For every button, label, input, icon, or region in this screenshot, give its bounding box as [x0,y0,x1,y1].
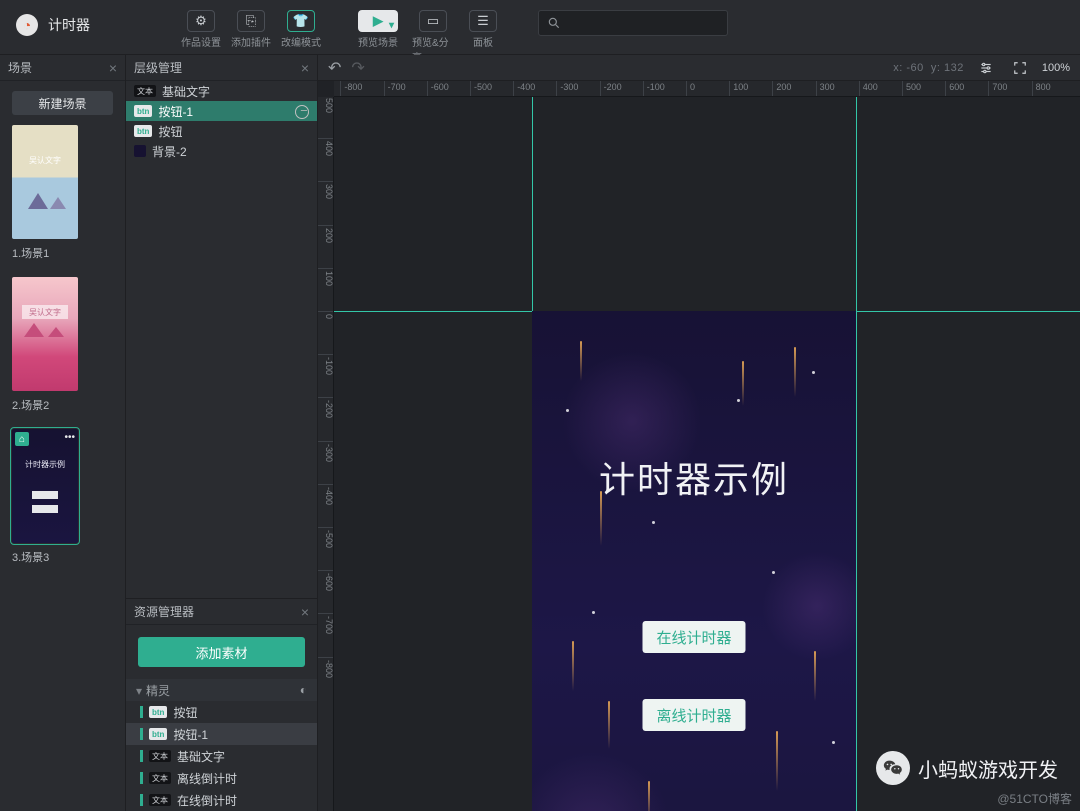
stage-title-text[interactable]: 计时器示例 [532,451,856,503]
resource-row[interactable]: btn 按钮 [126,701,317,723]
text-type-icon: 文本 [134,85,156,97]
list-icon: ☰ [469,10,497,32]
scenes-panel-close-icon[interactable]: × [109,60,117,76]
credit-text: @51CTO博客 [997,790,1072,807]
scene-item-label: 3.场景3 [12,549,113,565]
add-resource-button[interactable]: 添加素材 [138,637,305,667]
button-type-icon: btn [149,728,167,740]
canvas-toolbar: ↶ ↷ x: -60 y: 132 100% [318,55,1080,81]
viewport[interactable]: 计时器示例 在线计时器 离线计时器 [334,97,1080,811]
button-type-icon: btn [149,706,167,718]
zoom-percent[interactable]: 100% [1042,62,1070,74]
project-title: 计时器 [48,15,90,35]
canvas-area: ↶ ↷ x: -60 y: 132 100% -800-700-600-500-… [318,55,1080,811]
text-type-icon: 文本 [149,750,171,762]
resource-name: 按钮-1 [173,726,208,743]
resource-row[interactable]: btn 按钮-1 [126,723,317,745]
resource-panel-title: 资源管理器 [134,603,194,620]
ruler-vertical: 5004003002001000-100-200-300-400-500-600… [318,97,334,811]
resource-group-header[interactable]: ▾精灵 ◐ [126,679,317,701]
resource-name: 离线倒计时 [177,770,237,787]
scenes-panel: 场景 × 新建场景 吴认文字 1.场景1 吴认文字 2.场景2 ⌂ ••• 计时 [0,55,126,811]
phone-icon: ▭ [419,10,447,32]
palette-icon[interactable]: ◐ [300,683,307,697]
ruler-horizontal: -800-700-600-500-400-300-200-10001002003… [334,81,1080,97]
shirt-icon: 👕 [287,10,315,32]
stage[interactable]: 计时器示例 在线计时器 离线计时器 [532,311,856,811]
scene-item-2[interactable]: 吴认文字 2.场景2 [12,277,113,413]
resource-row[interactable]: 文本在线倒计时 [126,789,317,811]
more-icon[interactable]: ••• [64,432,75,443]
watermark: 小蚂蚁游戏开发 [876,751,1058,785]
layer-name: 按钮-1 [158,103,193,120]
layer-list: 文本 基础文字 btn 按钮-1 btn 按钮 背景-2 [126,81,317,161]
resource-name: 基础文字 [177,748,225,765]
scene-item-3[interactable]: ⌂ ••• 计时器示例 3.场景3 [12,429,113,565]
resource-name: 按钮 [173,704,197,721]
app-logo-icon: ◔ [16,14,38,36]
resource-panel-header: 资源管理器 × [126,599,317,625]
hierarchy-panel-title: 层级管理 [134,59,182,76]
layer-name: 按钮 [158,123,182,140]
layer-row[interactable]: 背景-2 [126,141,317,161]
sliders-icon[interactable] [974,59,998,77]
watermark-text: 小蚂蚁游戏开发 [918,754,1058,783]
resource-row[interactable]: 文本基础文字 [126,745,317,767]
stage-button-offline[interactable]: 离线计时器 [642,699,745,731]
scene-item-label: 2.场景2 [12,397,113,413]
top-toolbar: ◔ 计时器 ⚙ 作品设置 ⎘ 添加插件 👕 改编模式 ▶ 预览场景 ▭ 预览&分… [0,0,1080,55]
redo-button[interactable]: ↷ [351,58,364,78]
hierarchy-panel-close-icon[interactable]: × [301,60,309,76]
resource-panel-close-icon[interactable]: × [301,604,309,620]
text-type-icon: 文本 [149,772,171,784]
layer-name: 背景-2 [152,143,187,160]
layer-row[interactable]: 文本 基础文字 [126,81,317,101]
undo-button[interactable]: ↶ [328,58,341,78]
button-type-icon: btn [134,125,152,137]
resource-row[interactable]: 文本离线倒计时 [126,767,317,789]
layer-row[interactable]: btn 按钮-1 [126,101,317,121]
search-icon [547,16,561,30]
scenes-panel-title: 场景 [8,59,32,76]
resource-list: btn按钮 btn按钮-1 文本基础文字 文本离线倒计时 文本在线倒计时 [126,701,317,811]
fit-screen-icon[interactable] [1008,59,1032,77]
stage-button-online[interactable]: 在线计时器 [642,621,745,653]
gear-icon: ⚙ [187,10,215,32]
scenes-panel-header: 场景 × [0,55,125,81]
hierarchy-panel-header: 层级管理 × [126,55,317,81]
hierarchy-panel: 层级管理 × 文本 基础文字 btn 按钮-1 btn 按钮 背景-2 资源管理 [126,55,318,811]
wechat-icon [876,751,910,785]
cursor-coordinates: x: -60 y: 132 [893,62,964,74]
guide-vertical[interactable] [856,97,857,811]
button-type-icon: btn [134,105,152,117]
play-icon: ▶ [358,10,398,32]
text-type-icon: 文本 [149,794,171,806]
scene-item-label: 1.场景1 [12,245,113,261]
caret-down-icon: ▾ [136,684,142,698]
search-input[interactable] [538,10,728,36]
brand: ◔ 计时器 [0,0,180,36]
home-icon: ⌂ [15,432,29,446]
layer-name: 基础文字 [162,83,210,100]
bg-type-icon [134,145,146,157]
new-scene-button[interactable]: 新建场景 [12,91,113,115]
resource-manager-panel: 资源管理器 × 添加素材 ▾精灵 ◐ btn按钮 btn按钮-1 文本基础文字 … [126,598,317,811]
resource-name: 在线倒计时 [177,792,237,809]
scene-list: 吴认文字 1.场景1 吴认文字 2.场景2 ⌂ ••• 计时器示例 3.场景3 [0,125,125,565]
scene-item-1[interactable]: 吴认文字 1.场景1 [12,125,113,261]
plugin-icon: ⎘ [237,10,265,32]
layer-row[interactable]: btn 按钮 [126,121,317,141]
scene-thumb: ⌂ ••• 计时器示例 [12,429,78,543]
